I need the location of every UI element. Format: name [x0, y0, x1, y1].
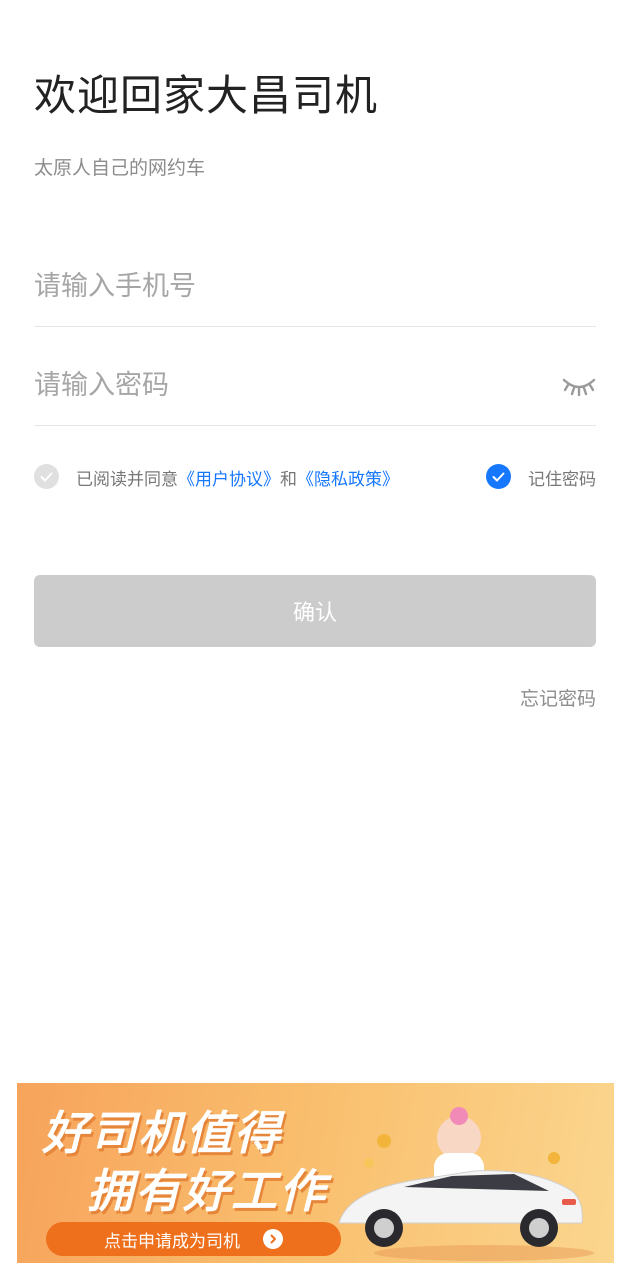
agreement-prefix: 已阅读并同意	[76, 470, 178, 490]
apply-driver-button[interactable]: 点击申请成为司机	[46, 1222, 341, 1256]
phone-input[interactable]	[34, 247, 596, 326]
agree-checkbox[interactable]	[34, 464, 59, 489]
forgot-password-link[interactable]: 忘记密码	[520, 684, 596, 711]
eye-closed-icon[interactable]	[562, 370, 596, 400]
chevron-right-icon	[263, 1229, 283, 1249]
page-title: 欢迎回家大昌司机	[34, 71, 379, 120]
confirm-button[interactable]: 确认	[34, 575, 596, 647]
apply-driver-label: 点击申请成为司机	[104, 1231, 240, 1252]
password-input[interactable]	[34, 346, 596, 425]
remember-password-checkbox[interactable]	[486, 464, 511, 489]
driver-recruit-banner[interactable]: 好司机值得 拥有好工作 点击申请成为司机	[17, 1083, 614, 1263]
remember-password-label[interactable]: 记住密码	[528, 465, 596, 490]
banner-headline-1: 好司机值得	[42, 1106, 282, 1160]
phone-field	[34, 247, 596, 327]
privacy-policy-link[interactable]: 《隐私政策》	[297, 470, 399, 490]
agreement-text: 已阅读并同意《用户协议》和《隐私政策》	[76, 465, 399, 490]
page-subtitle: 太原人自己的网约车	[34, 157, 206, 179]
password-field	[34, 346, 596, 426]
car-driver-illustration	[338, 1107, 594, 1261]
agreement-row: 已阅读并同意《用户协议》和《隐私政策》 记住密码	[34, 462, 596, 492]
user-agreement-link[interactable]: 《用户协议》	[178, 470, 280, 490]
check-icon	[40, 472, 53, 481]
agreement-and: 和	[280, 470, 297, 490]
banner-headline-2: 拥有好工作	[87, 1164, 327, 1218]
check-icon	[492, 472, 505, 481]
